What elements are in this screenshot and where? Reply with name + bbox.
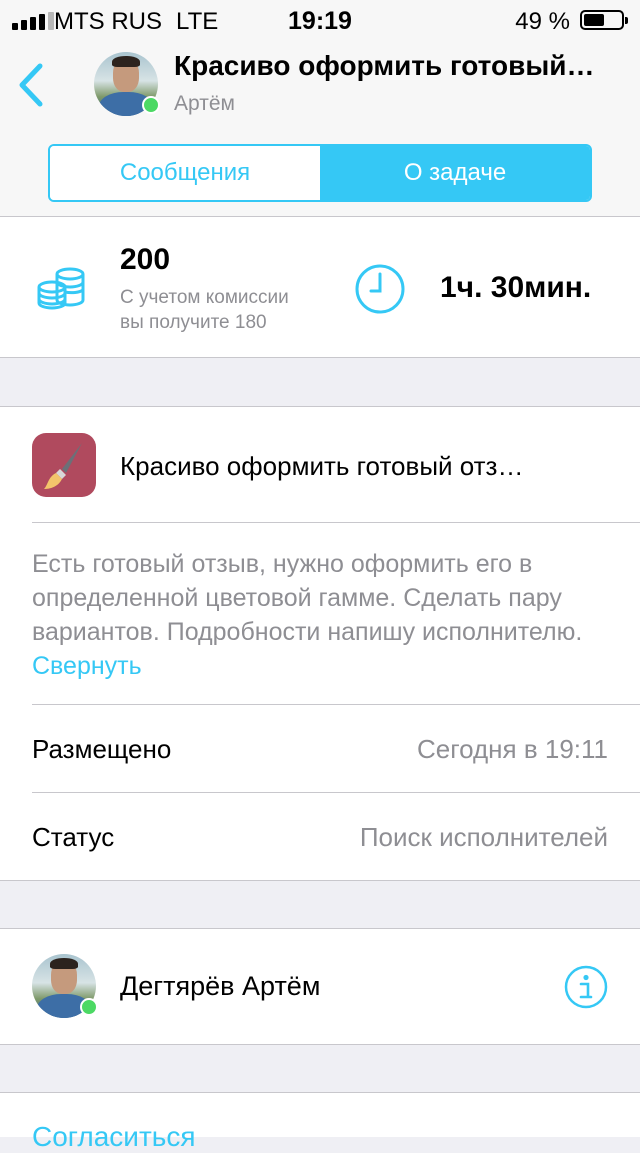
task-details: Красиво оформить готовый отз… Есть готов… <box>0 406 640 881</box>
segmented-control: Сообщения О задаче <box>48 144 592 202</box>
commission-line-1: С учетом комиссии <box>120 287 289 308</box>
nav-header: Красиво оформить готовый… Артём Сообщени… <box>0 40 640 217</box>
battery-percent: 49 % <box>515 8 570 35</box>
author-name: Дегтярёв Артём <box>120 971 321 1001</box>
task-description: Есть готовый отзыв, нужно оформить его в… <box>32 547 612 683</box>
clock-icon <box>355 264 405 314</box>
agree-button[interactable]: Согласиться <box>32 1121 196 1153</box>
page-subtitle: Артём <box>174 92 235 115</box>
online-indicator <box>80 998 98 1016</box>
divider <box>32 704 640 705</box>
avatar[interactable] <box>94 52 160 116</box>
page-title: Красиво оформить готовый… <box>174 50 595 81</box>
divider <box>32 792 640 793</box>
coins-icon <box>37 267 85 310</box>
battery-icon <box>580 10 628 30</box>
task-duration: 1ч. 30мин. <box>440 271 592 304</box>
action-section: Согласиться <box>0 1092 640 1152</box>
author-avatar[interactable] <box>32 954 98 1018</box>
commission-note: С учетом комиссии вы получите 180 <box>120 285 289 335</box>
status-value: Поиск исполнителей <box>359 822 608 852</box>
status-bar: MTS RUS LTE 19:19 49 % <box>0 0 640 40</box>
tab-messages[interactable]: Сообщения <box>50 146 320 200</box>
divider <box>32 522 640 523</box>
posted-label: Размещено <box>32 734 172 764</box>
commission-line-2: вы получите 180 <box>120 312 267 333</box>
status-label: Статус <box>32 822 115 852</box>
online-indicator <box>142 96 160 114</box>
tab-about-task[interactable]: О задаче <box>320 146 590 200</box>
collapse-link[interactable]: Свернуть <box>32 652 142 680</box>
task-price: 200 <box>120 243 171 276</box>
info-icon[interactable] <box>564 965 608 1009</box>
author-row[interactable]: Дегтярёв Артём <box>0 928 640 1045</box>
payment-section: 200 С учетом комиссии вы получите 180 1ч… <box>0 217 640 358</box>
posted-value: Сегодня в 19:11 <box>416 734 608 764</box>
chevron-left-icon[interactable] <box>14 60 50 110</box>
task-description-text: Есть готовый отзыв, нужно оформить его в… <box>32 550 583 646</box>
task-title: Красиво оформить готовый отз… <box>120 451 524 481</box>
paintbrush-icon <box>32 433 96 497</box>
